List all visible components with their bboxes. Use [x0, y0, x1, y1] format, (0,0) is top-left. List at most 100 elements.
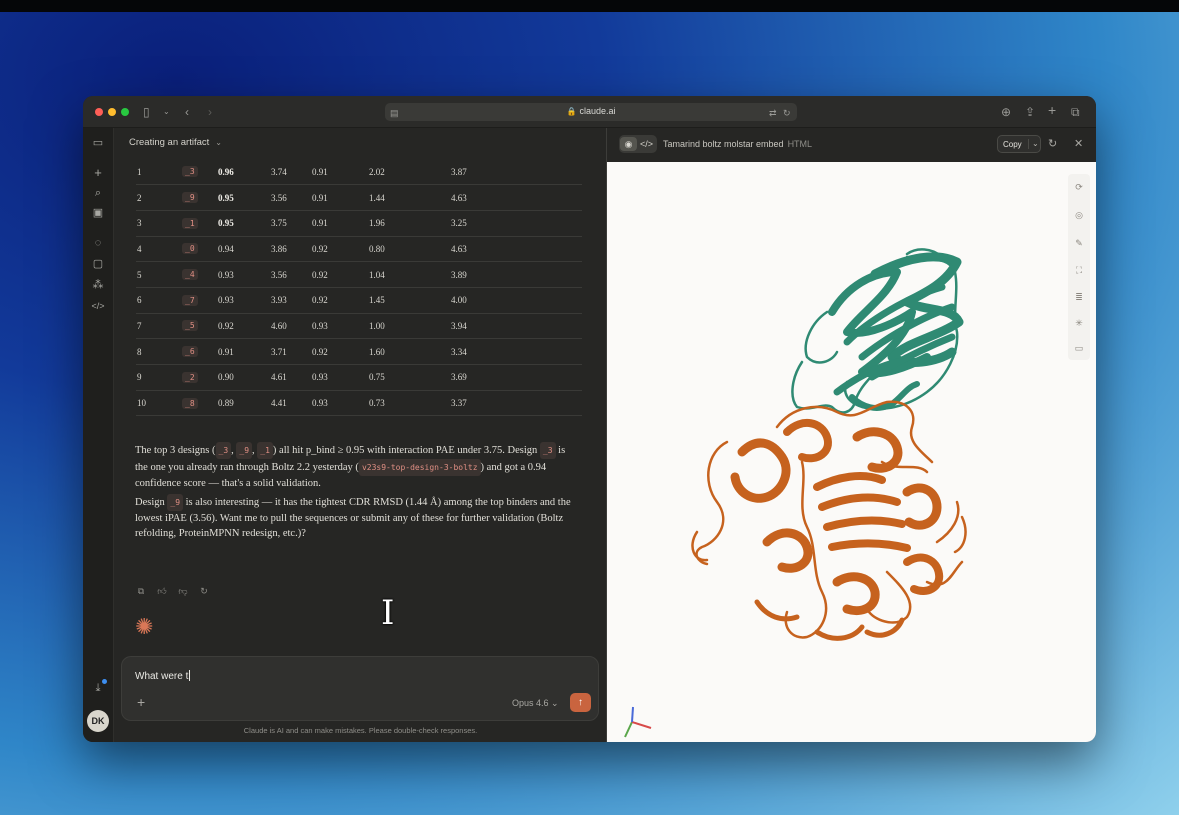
copy-button[interactable]: Copy ⌄ [997, 135, 1041, 153]
molecule-viewer[interactable]: ⟳ ◎ ✎ ⛶ ≣ ✳ ▭ [607, 162, 1096, 742]
briefcase-icon[interactable]: ▣ [91, 206, 105, 220]
chevron-down-icon[interactable]: ⌄ [1028, 139, 1039, 149]
cell-value: 4.60 [271, 320, 287, 331]
view-toggle[interactable]: ◉ </> [619, 135, 657, 153]
tab-overview-icon[interactable]: ⧉ [1071, 104, 1080, 120]
thumbs-up-icon[interactable]: 👍︎ [156, 585, 168, 597]
table-cell-rank: 5 [136, 261, 182, 288]
table-cell-ptm: 0.91 [312, 159, 369, 186]
thumbs-down-icon[interactable]: 👎︎ [177, 585, 189, 597]
cell-value: 1.44 [369, 192, 385, 203]
table-cell-rmsd: 1.44 [369, 184, 451, 211]
tools-icon[interactable]: ✎ [1072, 236, 1086, 250]
share-icon[interactable]: ⇪ [1025, 104, 1035, 120]
add-attachment-icon[interactable]: + [137, 694, 145, 710]
artifacts-icon[interactable]: ⁂ [91, 278, 105, 292]
browser-window: ▯ ⌄ ‹ › ▤ 🔒 claude.ai ⇄ ↻ ⊕ ⇪ + ⧉ ▭ + ⌕ ▣… [83, 96, 1096, 742]
table-cell-pbind: 0.95 [218, 210, 271, 237]
conversation-title[interactable]: Creating an artifact ⌄ [129, 137, 222, 148]
screenshot-icon[interactable]: ▭ [1072, 341, 1086, 355]
cell-value: 1.04 [369, 269, 385, 280]
focus-icon[interactable]: ◎ [1072, 208, 1086, 222]
cell-value: 10 [137, 398, 146, 409]
protein-chain-a [791, 248, 964, 414]
reset-view-icon[interactable]: ⟳ [1072, 180, 1086, 194]
zoom-window-button[interactable] [121, 108, 129, 116]
notification-dot [102, 679, 107, 684]
table-cell-pbind: 0.96 [218, 159, 271, 186]
table-cell-ptm: 0.92 [312, 261, 369, 288]
send-button[interactable]: ↑ [570, 693, 591, 712]
avatar[interactable]: DK [87, 710, 109, 732]
cell-value: 0.93 [218, 295, 234, 306]
forward-icon[interactable]: › [208, 104, 212, 120]
cell-value: _2 [182, 371, 198, 383]
downloads-icon[interactable]: ⊕ [1001, 104, 1011, 120]
table-cell-rank: 10 [136, 390, 182, 417]
cell-value: 4 [137, 243, 142, 254]
cell-value: 5 [137, 269, 142, 280]
chats-icon[interactable]: ◌ [91, 236, 105, 250]
table-row: 6 _7 0.93 3.93 0.92 1.45 4.00 [136, 287, 582, 314]
reload-icon[interactable]: ↻ [783, 105, 791, 121]
message-paragraph-1: The top 3 designs (_3, _9, _1) all hit p… [135, 442, 580, 491]
cell-value: 0.91 [312, 218, 328, 229]
table-cell-ipae: 4.41 [271, 390, 312, 417]
table-row: 8 _6 0.91 3.71 0.92 1.60 3.34 [136, 338, 582, 365]
table-cell-ptm: 0.92 [312, 236, 369, 263]
table-cell-pbind: 0.93 [218, 287, 271, 314]
cell-value: 4.63 [451, 192, 467, 203]
code-icon[interactable]: </> [91, 299, 105, 313]
sidebar-panel-icon[interactable]: ▭ [91, 136, 105, 150]
translate-icon[interactable]: ⇄ [769, 105, 777, 121]
settings-icon[interactable]: ≣ [1072, 290, 1086, 304]
artifact-title: Tamarind boltz molstar embed HTML [663, 139, 812, 149]
search-icon[interactable]: ⌕ [91, 186, 105, 200]
lighting-icon[interactable]: ✳ [1072, 316, 1086, 330]
back-icon[interactable]: ‹ [185, 104, 189, 120]
table-cell-ipae: 3.93 [271, 287, 312, 314]
table-cell-ipae: 3.56 [271, 184, 312, 211]
cell-value: 1.45 [369, 295, 385, 306]
table-cell-rank: 1 [136, 159, 182, 186]
minimize-window-button[interactable] [108, 108, 116, 116]
model-selector[interactable]: Opus 4.6 ⌄ [512, 698, 559, 709]
browser-toolbar: ▯ ⌄ ‹ › ▤ 🔒 claude.ai ⇄ ↻ ⊕ ⇪ + ⧉ [83, 96, 1096, 128]
results-table: 1 _3 0.96 3.74 0.91 2.02 3.87 2 _9 0.95 3.56 0.91 1.… [136, 159, 582, 417]
cell-value: 0.89 [218, 398, 234, 409]
message-input[interactable]: What were t [135, 670, 191, 682]
cell-value: 0.75 [369, 372, 385, 383]
table-cell-pbind: 0.90 [218, 364, 271, 391]
projects-icon[interactable]: ▢ [91, 257, 105, 271]
fullscreen-icon[interactable]: ⛶ [1072, 263, 1086, 277]
code-view-icon[interactable]: </> [638, 137, 655, 151]
cell-value: 0.92 [218, 320, 234, 331]
retry-icon[interactable]: ↻ [198, 585, 210, 597]
disclaimer: Claude is AI and can make mistakes. Plea… [243, 726, 478, 735]
new-tab-icon[interactable]: + [1048, 102, 1056, 118]
preview-eye-icon[interactable]: ◉ [620, 137, 637, 151]
cell-value: 3.74 [271, 166, 287, 177]
model-label: Opus 4.6 [512, 698, 549, 708]
inline-code: _1 [257, 442, 273, 459]
message-composer[interactable]: What were t + Opus 4.6 ⌄ ↑ [121, 656, 599, 721]
table-cell-pbind: 0.94 [218, 236, 271, 263]
close-icon[interactable]: ✕ [1074, 137, 1083, 150]
inline-code: v23s9-top-design-3-boltz [358, 459, 481, 476]
table-cell-rank: 4 [136, 236, 182, 263]
text: ) all hit p_bind ≥ 0.95 with interaction… [272, 445, 540, 456]
refresh-icon[interactable]: ↻ [1048, 137, 1057, 150]
sidebar-toggle-icon[interactable]: ▯ [143, 104, 150, 120]
table-cell-rmsd: 0.75 [369, 364, 451, 391]
cell-value: 3.34 [451, 346, 467, 357]
close-window-button[interactable] [95, 108, 103, 116]
cell-value: 3.69 [451, 372, 467, 383]
table-cell-ipae: 4.61 [271, 364, 312, 391]
new-chat-icon[interactable]: + [91, 166, 105, 180]
chevron-down-icon[interactable]: ⌄ [163, 104, 170, 120]
address-bar[interactable]: ▤ 🔒 claude.ai ⇄ ↻ [385, 103, 797, 121]
cell-value: _4 [182, 269, 198, 281]
table-cell-design: _7 [182, 287, 218, 314]
copy-icon[interactable]: ⧉ [135, 585, 147, 597]
copy-label: Copy [1003, 140, 1022, 149]
